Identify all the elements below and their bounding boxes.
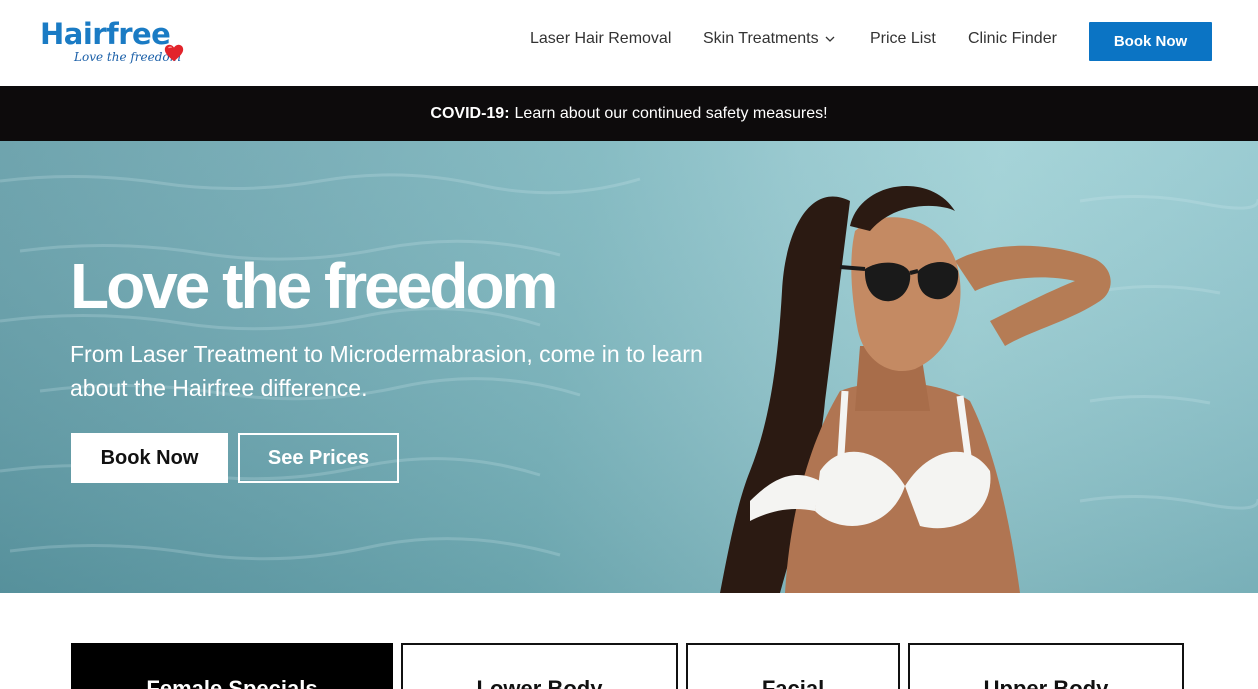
nav-skin-treatments[interactable]: Skin Treatments bbox=[703, 30, 835, 48]
category-tab-upper-body[interactable]: Upper Body bbox=[908, 643, 1184, 689]
category-tab-facial[interactable]: Facial bbox=[686, 643, 900, 689]
category-tab-female-specials[interactable]: Female Specials bbox=[71, 643, 393, 689]
covid-notice-bar[interactable]: COVID-19: Learn about our continued safe… bbox=[0, 86, 1258, 141]
category-tab-lower-body[interactable]: Lower Body bbox=[401, 643, 678, 689]
hero-title: Love the freedom bbox=[70, 250, 558, 322]
nav-laser-hair-removal[interactable]: Laser Hair Removal bbox=[530, 30, 671, 48]
covid-notice-text: Learn about our continued safety measure… bbox=[514, 104, 828, 122]
hero-model-image bbox=[720, 185, 1111, 593]
hairfree-logo[interactable]: Hairfree Love the freedom bbox=[40, 17, 190, 69]
covid-notice-label: COVID-19: bbox=[430, 104, 510, 122]
hero-subtitle: From Laser Treatment to Microdermabrasio… bbox=[70, 341, 703, 401]
header-book-now-button[interactable]: Book Now bbox=[1089, 22, 1212, 61]
nav-skin-treatments-label: Skin Treatments bbox=[703, 30, 819, 47]
site-header: Hairfree Love the freedom Laser Hair Rem… bbox=[0, 0, 1258, 86]
hero-book-now-button[interactable]: Book Now bbox=[71, 433, 228, 483]
heart-icon bbox=[164, 44, 184, 62]
chevron-down-icon bbox=[825, 36, 835, 42]
logo-wordmark: Hairfree bbox=[40, 17, 171, 51]
nav-clinic-finder[interactable]: Clinic Finder bbox=[968, 30, 1057, 48]
hero-see-prices-button[interactable]: See Prices bbox=[238, 433, 399, 483]
nav-price-list[interactable]: Price List bbox=[870, 30, 936, 48]
hero-banner: Love the freedom From Laser Treatment to… bbox=[0, 141, 1258, 593]
